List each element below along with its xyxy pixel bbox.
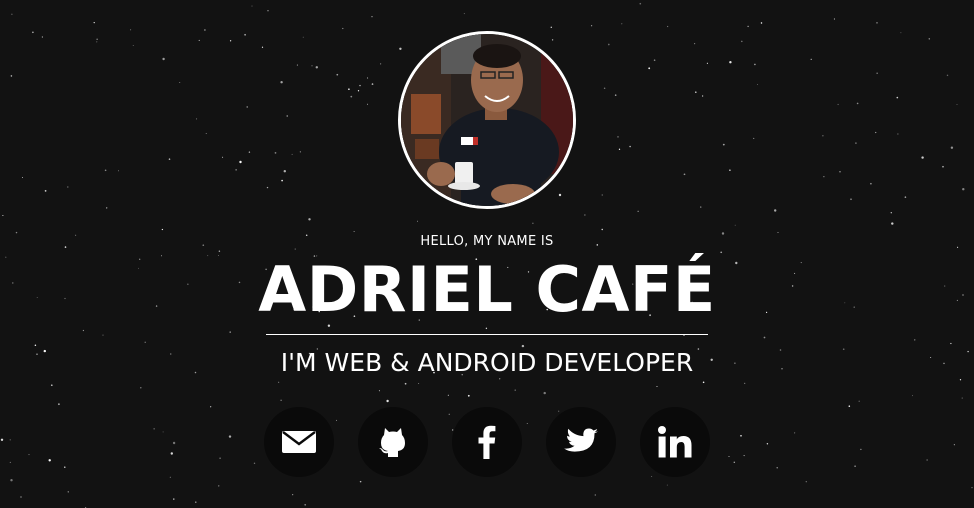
facebook-button[interactable] <box>452 407 522 477</box>
email-button[interactable] <box>264 407 334 477</box>
page-title: ADRIEL CAFÉ <box>258 253 716 326</box>
github-icon <box>379 428 405 457</box>
title-divider <box>266 334 708 335</box>
twitter-button[interactable] <box>546 407 616 477</box>
social-links <box>264 407 710 477</box>
email-icon <box>282 431 316 453</box>
page: HELLO, MY NAME IS ADRIEL CAFÉ I'M WEB & … <box>0 0 974 508</box>
linkedin-button[interactable] <box>640 407 710 477</box>
linkedin-icon <box>658 426 692 458</box>
greeting-text: HELLO, MY NAME IS <box>420 234 554 249</box>
github-button[interactable] <box>358 407 428 477</box>
profile-photo <box>398 31 576 209</box>
facebook-icon <box>478 425 496 459</box>
twitter-icon <box>564 428 598 452</box>
subtitle-role: I'M WEB & ANDROID DEVELOPER <box>280 348 694 377</box>
